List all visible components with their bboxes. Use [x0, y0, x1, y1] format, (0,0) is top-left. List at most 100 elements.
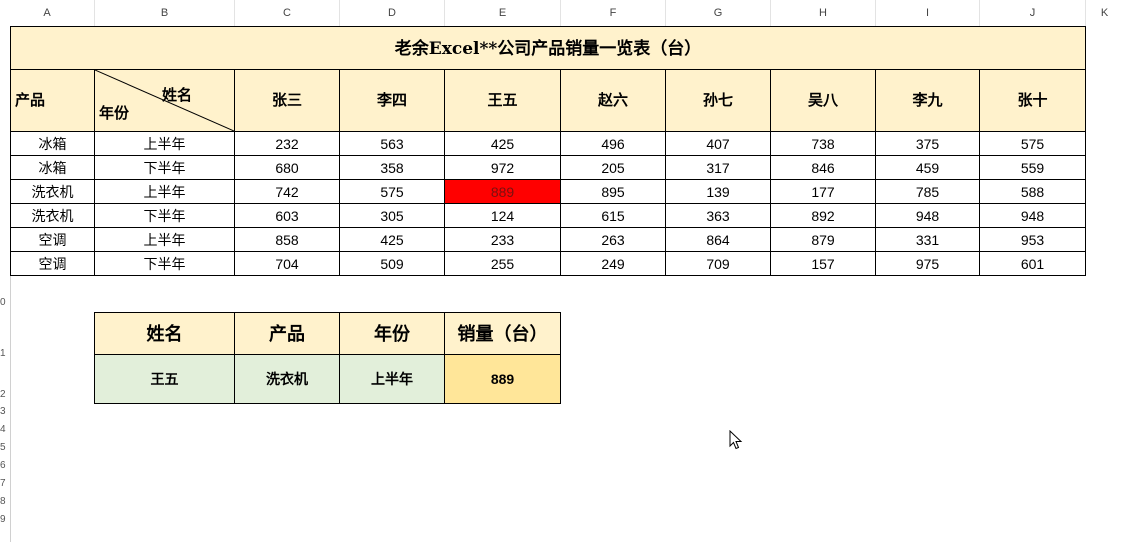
value-cell[interactable]: 177 [771, 180, 876, 204]
table-title[interactable]: 老余Excel**公司产品销量一览表（台） [10, 26, 1086, 70]
column-header-G[interactable]: G [666, 0, 771, 26]
header-diagonal-cell[interactable]: 姓名 年份 [95, 70, 235, 132]
lookup-name-cell[interactable]: 王五 [94, 355, 235, 404]
value-cell[interactable]: 601 [980, 252, 1086, 276]
column-header-I[interactable]: I [876, 0, 980, 26]
row-header-number[interactable]: 2 [0, 389, 10, 401]
highlighted-value-cell[interactable]: 889 [445, 180, 561, 204]
row-header-number[interactable]: 0 [0, 297, 10, 309]
value-cell[interactable]: 232 [235, 132, 340, 156]
value-cell[interactable]: 496 [561, 132, 666, 156]
lookup-header-product[interactable]: 产品 [235, 312, 340, 355]
period-cell[interactable]: 上半年 [95, 228, 235, 252]
period-cell[interactable]: 下半年 [95, 156, 235, 180]
value-cell[interactable]: 603 [235, 204, 340, 228]
lookup-header-period[interactable]: 年份 [340, 312, 445, 355]
value-cell[interactable]: 846 [771, 156, 876, 180]
value-cell[interactable]: 892 [771, 204, 876, 228]
product-cell[interactable]: 冰箱 [10, 132, 95, 156]
value-cell[interactable]: 858 [235, 228, 340, 252]
column-header-H[interactable]: H [771, 0, 876, 26]
product-cell[interactable]: 洗衣机 [10, 180, 95, 204]
header-person-cell[interactable]: 张三 [235, 70, 340, 132]
column-header-J[interactable]: J [980, 0, 1086, 26]
product-cell[interactable]: 空调 [10, 252, 95, 276]
value-cell[interactable]: 375 [876, 132, 980, 156]
row-header-number[interactable]: 5 [0, 442, 10, 454]
value-cell[interactable]: 425 [340, 228, 445, 252]
value-cell[interactable]: 124 [445, 204, 561, 228]
period-cell[interactable]: 下半年 [95, 204, 235, 228]
value-cell[interactable]: 680 [235, 156, 340, 180]
value-cell[interactable]: 704 [235, 252, 340, 276]
header-person-cell[interactable]: 张十 [980, 70, 1086, 132]
header-person-cell[interactable]: 吴八 [771, 70, 876, 132]
column-header-C[interactable]: C [235, 0, 340, 26]
row-header-number[interactable]: 3 [0, 406, 10, 418]
value-cell[interactable]: 588 [980, 180, 1086, 204]
column-header-A[interactable]: A [0, 0, 95, 26]
header-person-cell[interactable]: 李四 [340, 70, 445, 132]
row-header-number[interactable]: 4 [0, 424, 10, 436]
header-person-cell[interactable]: 孙七 [666, 70, 771, 132]
value-cell[interactable]: 575 [340, 180, 445, 204]
value-cell[interactable]: 425 [445, 132, 561, 156]
value-cell[interactable]: 317 [666, 156, 771, 180]
lookup-result-cell[interactable]: 889 [445, 355, 561, 404]
value-cell[interactable]: 575 [980, 132, 1086, 156]
value-cell[interactable]: 255 [445, 252, 561, 276]
value-cell[interactable]: 305 [340, 204, 445, 228]
column-header-B[interactable]: B [95, 0, 235, 26]
lookup-header-name[interactable]: 姓名 [94, 312, 235, 355]
value-cell[interactable]: 331 [876, 228, 980, 252]
value-cell[interactable]: 233 [445, 228, 561, 252]
value-cell[interactable]: 205 [561, 156, 666, 180]
product-cell[interactable]: 空调 [10, 228, 95, 252]
lookup-product-cell[interactable]: 洗衣机 [235, 355, 340, 404]
value-cell[interactable]: 972 [445, 156, 561, 180]
lookup-period-cell[interactable]: 上半年 [340, 355, 445, 404]
column-header-F[interactable]: F [561, 0, 666, 26]
header-product-cell[interactable]: 产品 [10, 70, 95, 132]
value-cell[interactable]: 948 [980, 204, 1086, 228]
value-cell[interactable]: 879 [771, 228, 876, 252]
value-cell[interactable]: 459 [876, 156, 980, 180]
row-header-number[interactable]: 9 [0, 514, 10, 526]
value-cell[interactable]: 563 [340, 132, 445, 156]
value-cell[interactable]: 738 [771, 132, 876, 156]
value-cell[interactable]: 709 [666, 252, 771, 276]
value-cell[interactable]: 948 [876, 204, 980, 228]
value-cell[interactable]: 615 [561, 204, 666, 228]
value-cell[interactable]: 363 [666, 204, 771, 228]
value-cell[interactable]: 249 [561, 252, 666, 276]
value-cell[interactable]: 864 [666, 228, 771, 252]
value-cell[interactable]: 407 [666, 132, 771, 156]
value-cell[interactable]: 139 [666, 180, 771, 204]
value-cell[interactable]: 509 [340, 252, 445, 276]
period-cell[interactable]: 上半年 [95, 180, 235, 204]
column-header-E[interactable]: E [445, 0, 561, 26]
period-cell[interactable]: 下半年 [95, 252, 235, 276]
row-header-number[interactable]: 8 [0, 496, 10, 508]
value-cell[interactable]: 975 [876, 252, 980, 276]
value-cell[interactable]: 742 [235, 180, 340, 204]
value-cell[interactable]: 785 [876, 180, 980, 204]
value-cell[interactable]: 263 [561, 228, 666, 252]
product-cell[interactable]: 洗衣机 [10, 204, 95, 228]
value-cell[interactable]: 895 [561, 180, 666, 204]
value-cell[interactable]: 157 [771, 252, 876, 276]
header-person-cell[interactable]: 李九 [876, 70, 980, 132]
row-header-number[interactable]: 6 [0, 460, 10, 472]
row-header-number[interactable]: 1 [0, 348, 10, 360]
product-cell[interactable]: 冰箱 [10, 156, 95, 180]
header-person-cell[interactable]: 赵六 [561, 70, 666, 132]
value-cell[interactable]: 953 [980, 228, 1086, 252]
value-cell[interactable]: 559 [980, 156, 1086, 180]
period-cell[interactable]: 上半年 [95, 132, 235, 156]
column-header-D[interactable]: D [340, 0, 445, 26]
value-cell[interactable]: 358 [340, 156, 445, 180]
column-header-K[interactable]: K [1086, 0, 1123, 26]
row-header-number[interactable]: 7 [0, 478, 10, 490]
lookup-header-sales[interactable]: 销量（台） [445, 312, 561, 355]
header-person-cell[interactable]: 王五 [445, 70, 561, 132]
